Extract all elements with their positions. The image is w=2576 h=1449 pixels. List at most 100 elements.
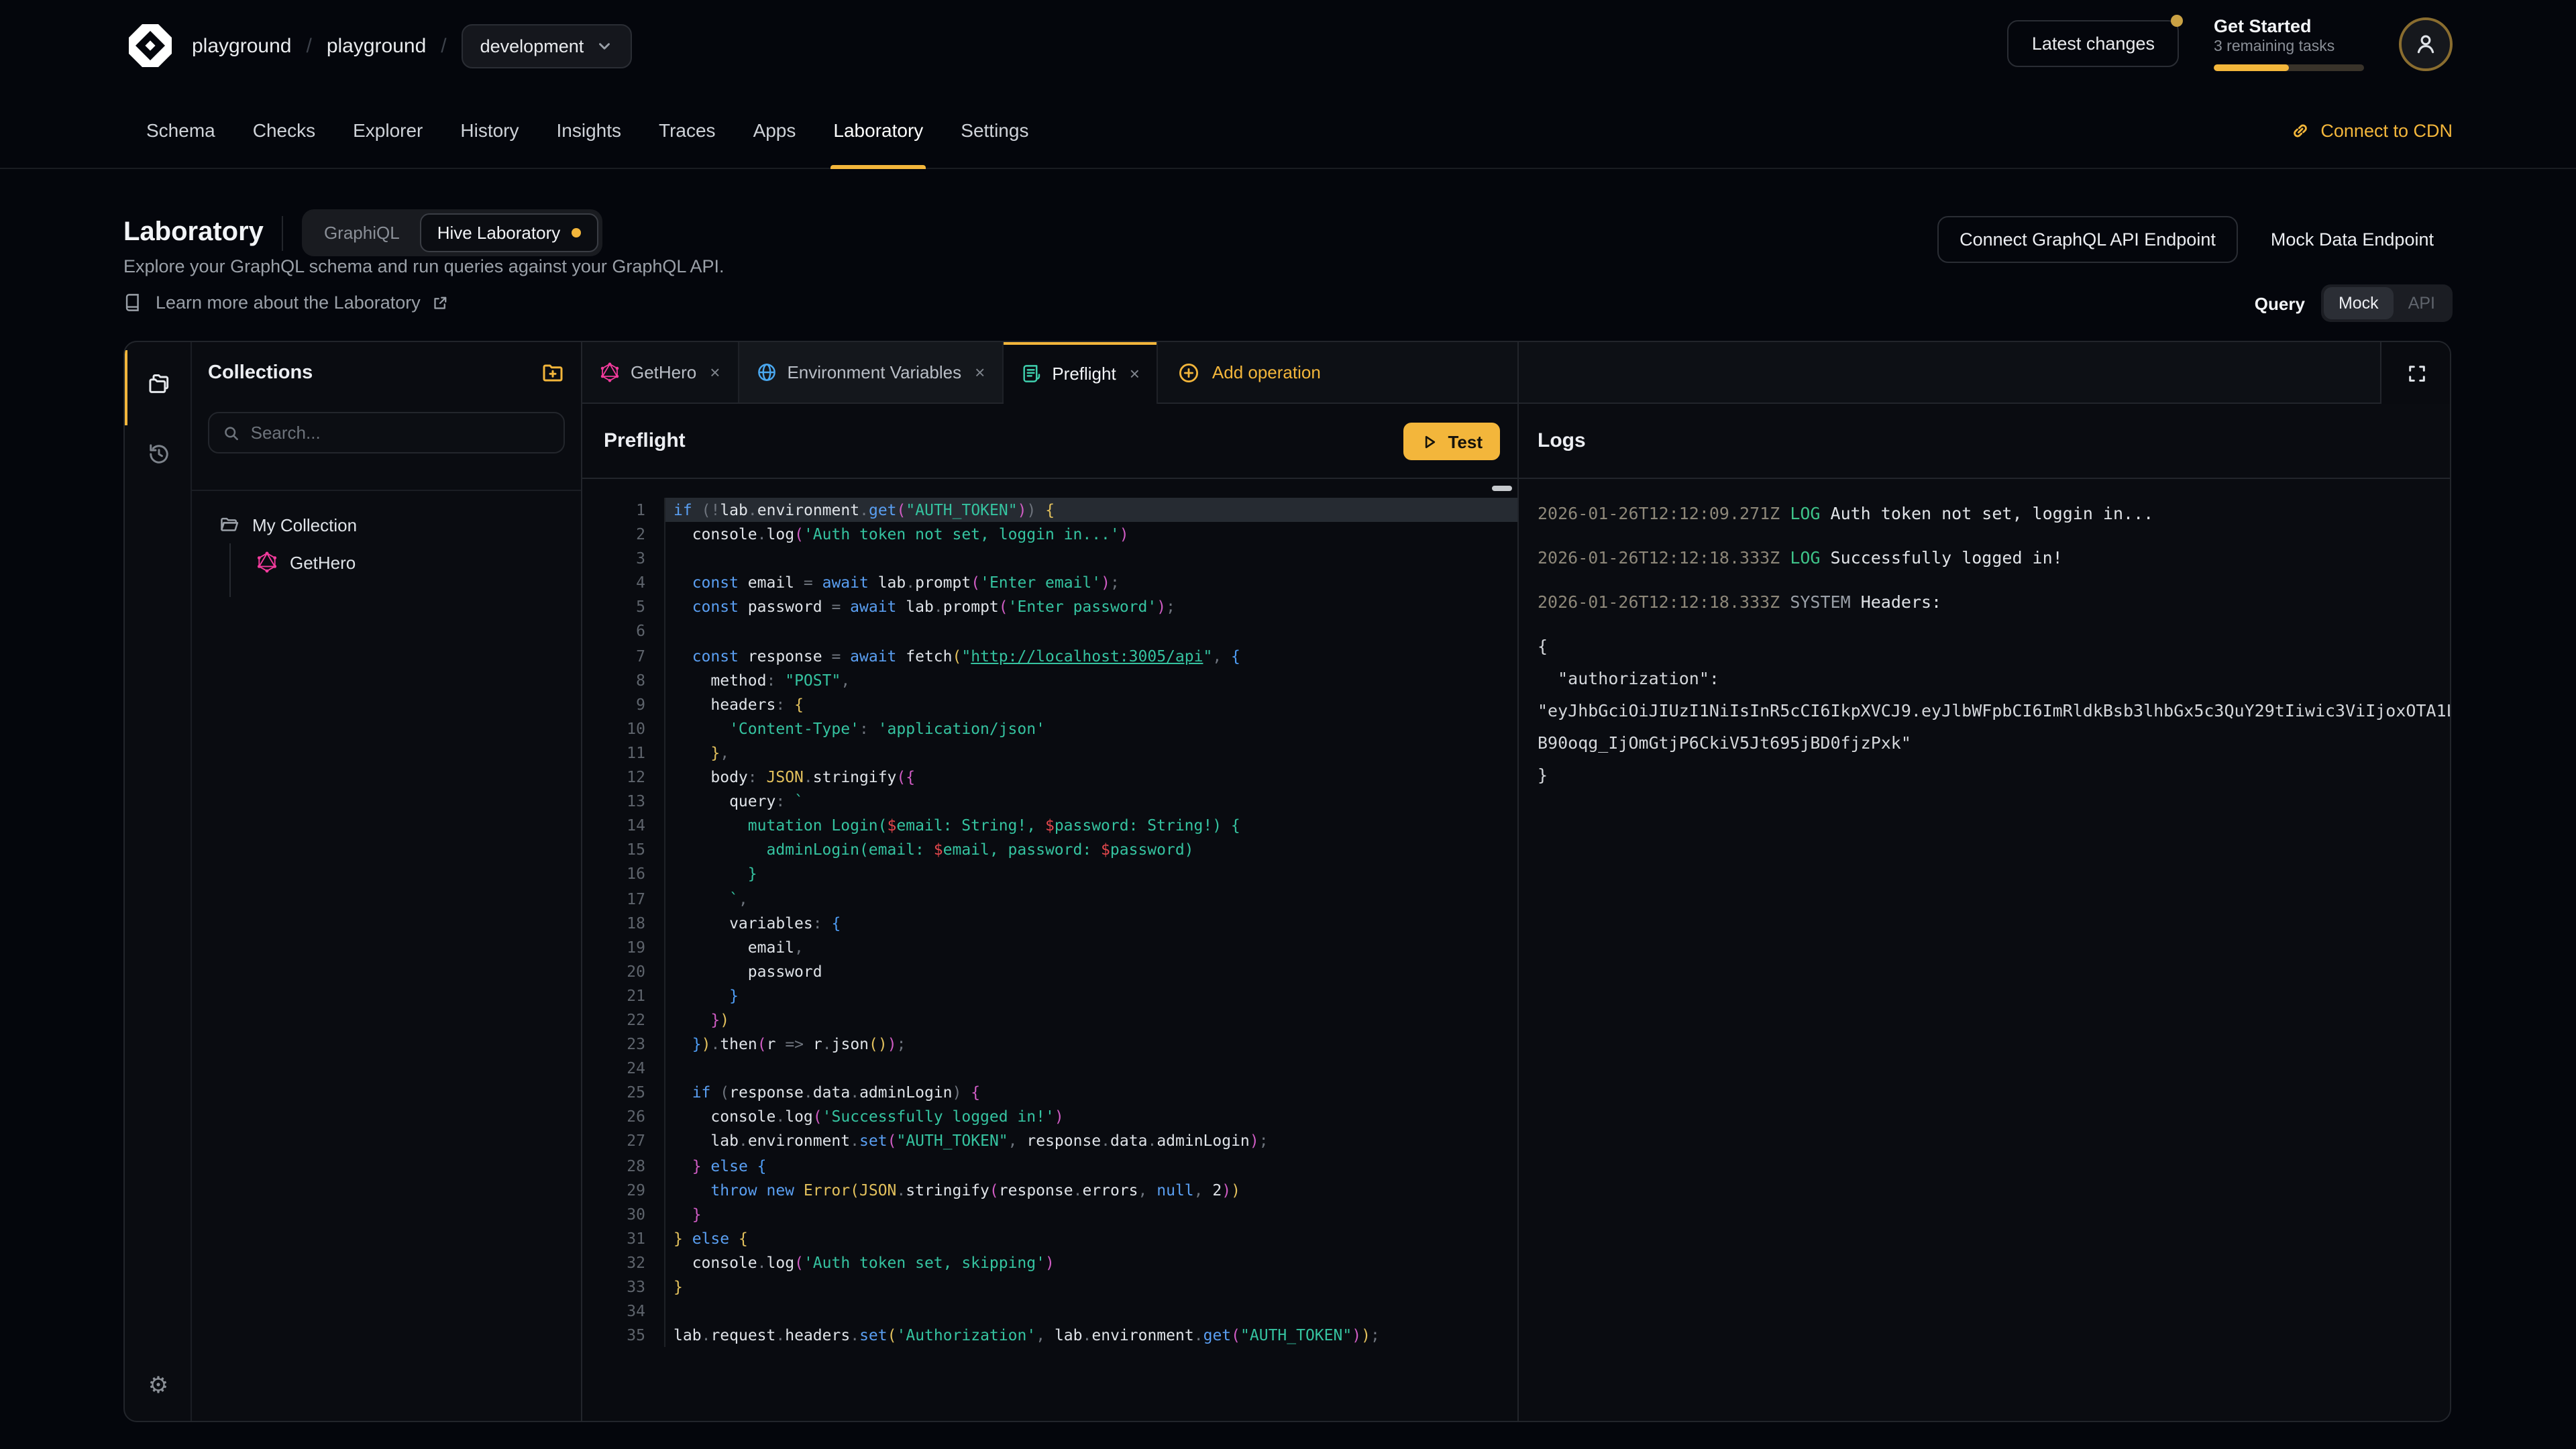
chevron-down-icon bbox=[596, 37, 613, 54]
nav-item-insights[interactable]: Insights bbox=[538, 91, 641, 169]
code-line[interactable]: 29 throw new Error(JSON.stringify(respon… bbox=[582, 1177, 1517, 1201]
get-started-progress bbox=[2214, 64, 2364, 71]
history-icon[interactable] bbox=[125, 441, 192, 467]
code-line[interactable]: 32 console.log('Auth token set, skipping… bbox=[582, 1250, 1517, 1275]
new-collection-button[interactable] bbox=[541, 361, 565, 385]
hive-logo-icon[interactable] bbox=[123, 19, 177, 72]
collections-search[interactable] bbox=[208, 412, 565, 453]
code-line[interactable]: 11 }, bbox=[582, 741, 1517, 765]
code-line[interactable]: 4 const email = await lab.prompt('Enter … bbox=[582, 571, 1517, 595]
breadcrumb-separator: / bbox=[306, 34, 311, 57]
mode-option-mock[interactable]: Mock bbox=[2324, 287, 2394, 319]
test-button[interactable]: Test bbox=[1403, 423, 1500, 460]
code-line[interactable]: 2 console.log('Auth token not set, loggi… bbox=[582, 522, 1517, 546]
code-editor[interactable]: 1if (!lab.environment.get("AUTH_TOKEN"))… bbox=[582, 479, 1517, 1422]
tree-indent-guide bbox=[229, 543, 231, 597]
collections-pane: Collections bbox=[192, 342, 581, 1421]
code-line[interactable]: 25 if (response.data.adminLogin) { bbox=[582, 1081, 1517, 1105]
collections-icon[interactable] bbox=[125, 372, 192, 397]
fullscreen-button[interactable] bbox=[2380, 342, 2451, 404]
log-entries[interactable]: 2026-01-26T12:12:09.271Z LOG Auth token … bbox=[1519, 479, 2451, 1422]
code-line[interactable]: 27 lab.environment.set("AUTH_TOKEN", res… bbox=[582, 1129, 1517, 1153]
close-icon[interactable]: × bbox=[1130, 363, 1140, 383]
mock-data-endpoint-button[interactable]: Mock Data Endpoint bbox=[2252, 217, 2453, 262]
code-line[interactable]: 21 } bbox=[582, 983, 1517, 1008]
code-line[interactable]: 12 body: JSON.stringify({ bbox=[582, 765, 1517, 789]
breadcrumb-org[interactable]: playground bbox=[192, 34, 291, 57]
code-line[interactable]: 10 'Content-Type': 'application/json' bbox=[582, 716, 1517, 741]
code-line[interactable]: 1if (!lab.environment.get("AUTH_TOKEN"))… bbox=[582, 498, 1517, 522]
log-json-line: } bbox=[1538, 759, 2451, 792]
tab-strip: GetHero × Environment Variables × bbox=[582, 342, 1517, 404]
collection-operation-row[interactable]: GetHero bbox=[192, 543, 581, 581]
nav-item-checks[interactable]: Checks bbox=[234, 91, 334, 169]
code-line[interactable]: 14 mutation Login($email: String!, $pass… bbox=[582, 813, 1517, 837]
tab-preflight[interactable]: Preflight × bbox=[1004, 342, 1159, 404]
code-line[interactable]: 35lab.request.headers.set('Authorization… bbox=[582, 1323, 1517, 1347]
nav-item-apps[interactable]: Apps bbox=[735, 91, 815, 169]
code-line[interactable]: 3 bbox=[582, 546, 1517, 570]
code-line[interactable]: 9 headers: { bbox=[582, 692, 1517, 716]
mode-option-api[interactable]: API bbox=[2394, 287, 2450, 319]
mode-segmented: Mock API bbox=[2321, 284, 2453, 322]
laboratory-panel: ⚙ Collections bbox=[123, 341, 2451, 1422]
target-select-value: development bbox=[480, 36, 584, 56]
code-line[interactable]: 5 const password = await lab.prompt('Ent… bbox=[582, 595, 1517, 619]
external-link-icon bbox=[433, 294, 449, 311]
code-line[interactable]: 24 bbox=[582, 1056, 1517, 1080]
code-line[interactable]: 6 bbox=[582, 619, 1517, 643]
fullscreen-icon bbox=[2406, 363, 2426, 383]
collection-folder-row[interactable]: My Collection bbox=[192, 506, 581, 543]
code-line[interactable]: 13 query: ` bbox=[582, 789, 1517, 813]
logs-column: Logs 2026-01-26T12:12:09.271Z LOG Auth t… bbox=[1517, 342, 2451, 1421]
topbar-right: Latest changes Get Started 3 remaining t… bbox=[2008, 16, 2453, 71]
search-input[interactable] bbox=[251, 423, 550, 443]
code-line[interactable]: 17 `, bbox=[582, 886, 1517, 910]
code-line[interactable]: 16 } bbox=[582, 862, 1517, 886]
code-line[interactable]: 33} bbox=[582, 1275, 1517, 1299]
code-line[interactable]: 22 }) bbox=[582, 1008, 1517, 1032]
connect-graphql-endpoint-button[interactable]: Connect GraphQL API Endpoint bbox=[1937, 216, 2239, 263]
target-select[interactable]: development bbox=[462, 23, 633, 68]
get-started-widget[interactable]: Get Started 3 remaining tasks bbox=[2214, 16, 2364, 71]
page-title: Laboratory bbox=[123, 217, 264, 248]
code-line[interactable]: 34 bbox=[582, 1299, 1517, 1323]
close-icon[interactable]: × bbox=[975, 362, 985, 382]
nav-item-explorer[interactable]: Explorer bbox=[334, 91, 441, 169]
code-line[interactable]: 8 method: "POST", bbox=[582, 667, 1517, 692]
add-operation-button[interactable]: Add operation bbox=[1159, 342, 1341, 402]
mode-label: Query bbox=[2255, 293, 2305, 313]
connect-cdn-link[interactable]: Connect to CDN bbox=[2290, 91, 2453, 169]
latest-changes-button[interactable]: Latest changes bbox=[2008, 20, 2179, 67]
editor-scrollbar-thumb[interactable] bbox=[1492, 486, 1512, 491]
code-line[interactable]: 30 } bbox=[582, 1201, 1517, 1226]
learn-more-link[interactable]: Learn more about the Laboratory bbox=[123, 292, 449, 313]
nav-item-traces[interactable]: Traces bbox=[640, 91, 735, 169]
breadcrumb-project[interactable]: playground bbox=[327, 34, 426, 57]
gear-icon[interactable]: ⚙ bbox=[125, 1373, 192, 1399]
collections-title: Collections bbox=[208, 362, 313, 384]
toggle-hive-laboratory[interactable]: Hive Laboratory bbox=[420, 213, 598, 252]
code-line[interactable]: 20 password bbox=[582, 959, 1517, 983]
editor-column: GetHero × Environment Variables × bbox=[581, 342, 1517, 1421]
code-line[interactable]: 26 console.log('Successfully logged in!'… bbox=[582, 1105, 1517, 1129]
close-icon[interactable]: × bbox=[710, 362, 720, 382]
nav-item-schema[interactable]: Schema bbox=[127, 91, 234, 169]
toggle-graphiql[interactable]: GraphiQL bbox=[307, 213, 417, 252]
code-line[interactable]: 31} else { bbox=[582, 1226, 1517, 1250]
code-line[interactable]: 18 variables: { bbox=[582, 910, 1517, 934]
tab-gethero[interactable]: GetHero × bbox=[582, 342, 739, 402]
log-json-line: B90oqg_IjOmGtjP6CkiV5Jt695jBD0fjzPxk" bbox=[1538, 727, 2451, 759]
avatar[interactable] bbox=[2399, 17, 2453, 70]
code-line[interactable]: 7 const response = await fetch("http://l… bbox=[582, 643, 1517, 667]
status-dot bbox=[571, 228, 580, 237]
code-line[interactable]: 15 adminLogin(email: $email, password: $… bbox=[582, 838, 1517, 862]
nav-item-settings[interactable]: Settings bbox=[942, 91, 1047, 169]
code-line[interactable]: 28 } else { bbox=[582, 1153, 1517, 1177]
nav-item-laboratory[interactable]: Laboratory bbox=[814, 91, 942, 169]
code-line[interactable]: 19 email, bbox=[582, 934, 1517, 959]
search-icon bbox=[223, 423, 240, 442]
nav-item-history[interactable]: History bbox=[441, 91, 537, 169]
tab-environment-variables[interactable]: Environment Variables × bbox=[739, 342, 1004, 402]
code-line[interactable]: 23 }).then(r => r.json()); bbox=[582, 1032, 1517, 1056]
